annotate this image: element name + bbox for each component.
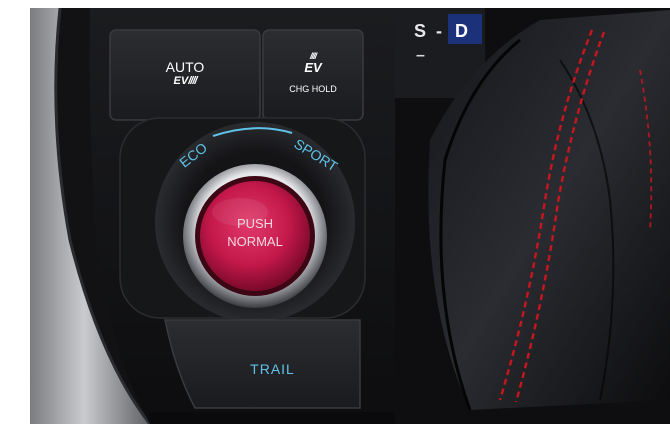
auto-ev-label-line2: EV bbox=[173, 75, 189, 87]
gear-mode-s: S bbox=[414, 21, 427, 41]
push-label-line2: NORMAL bbox=[227, 234, 283, 249]
trail-label: TRAIL bbox=[250, 361, 295, 377]
chg-hold-label: CHG HOLD bbox=[289, 84, 337, 94]
gear-minus: – bbox=[416, 47, 425, 64]
ev-charge-hold-icon: //// EV bbox=[304, 51, 322, 75]
chg-hold-button[interactable]: //// EV CHG HOLD bbox=[263, 30, 363, 120]
push-label-line1: PUSH bbox=[236, 216, 274, 231]
auto-ev-button[interactable]: AUTO EV//// bbox=[110, 30, 260, 120]
gear-selected-d: D bbox=[455, 21, 468, 41]
gear-separator: - bbox=[436, 21, 442, 41]
ev-mode-icon: EV//// bbox=[173, 75, 198, 87]
push-normal-button[interactable]: PUSH NORMAL bbox=[200, 181, 310, 291]
trail-button[interactable]: TRAIL bbox=[165, 320, 360, 408]
chg-hold-icon-text: EV bbox=[304, 60, 322, 75]
auto-ev-label-line1: AUTO bbox=[165, 59, 205, 75]
